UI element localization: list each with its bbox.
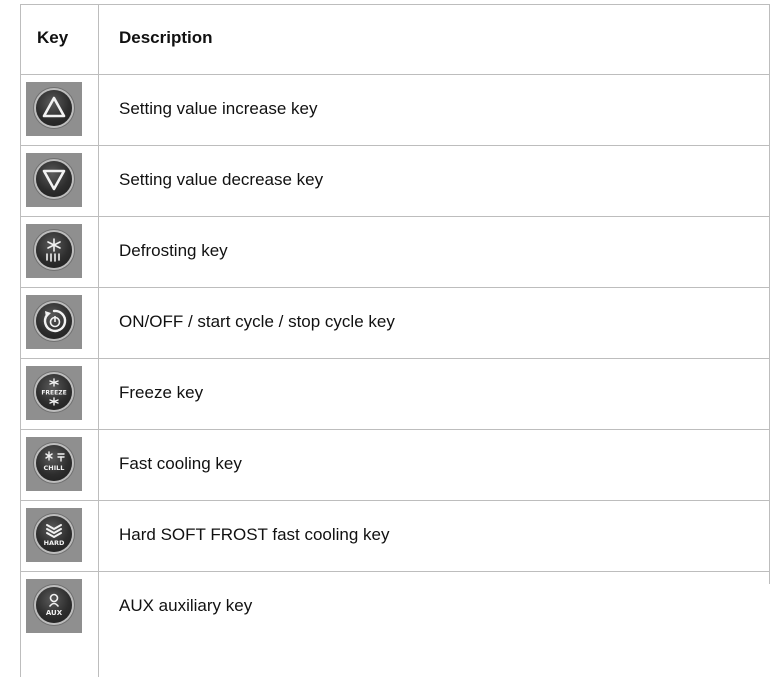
key-cell: AUX <box>26 579 82 633</box>
row-description: Hard SOFT FROST fast cooling key <box>119 525 390 544</box>
hard-icon: HARD <box>36 516 72 552</box>
table-border-right <box>769 4 770 584</box>
hard-icon-text: HARD <box>44 539 65 547</box>
row-description: Setting value decrease key <box>119 170 324 189</box>
triangle-up-icon <box>36 90 72 126</box>
key-cell <box>26 295 82 349</box>
chill-icon: CHILL <box>36 445 72 481</box>
aux-icon-text: AUX <box>46 609 63 617</box>
row-divider <box>20 500 770 501</box>
row-description: Fast cooling key <box>119 454 242 473</box>
key-cell <box>26 153 82 207</box>
key-cell <box>26 224 82 278</box>
table-border-top <box>20 4 770 5</box>
row-divider <box>20 287 770 288</box>
row-divider <box>20 358 770 359</box>
key-cell: FREEZE <box>26 366 82 420</box>
row-divider <box>20 571 770 572</box>
aux-icon: AUX <box>36 587 72 623</box>
snowflake-defrost-icon <box>36 232 72 268</box>
row-description: Setting value increase key <box>119 99 318 118</box>
row-description: AUX auxiliary key <box>119 596 253 615</box>
row-description: Freeze key <box>119 383 204 402</box>
row-divider <box>20 216 770 217</box>
power-cycle-icon <box>36 303 72 339</box>
row-description: ON/OFF / start cycle / stop cycle key <box>119 312 395 331</box>
row-divider <box>20 74 770 75</box>
key-cell: HARD <box>26 508 82 562</box>
header-description: Description <box>119 28 213 47</box>
freeze-icon: FREEZE <box>36 374 72 410</box>
header-key: Key <box>37 28 69 47</box>
row-divider <box>20 429 770 430</box>
table-column-divider <box>98 4 99 677</box>
key-cell <box>26 82 82 136</box>
freeze-icon-text: FREEZE <box>41 390 66 397</box>
row-description: Defrosting key <box>119 241 228 260</box>
triangle-down-icon <box>36 161 72 197</box>
row-divider <box>20 145 770 146</box>
table-border-left <box>20 4 21 677</box>
key-cell: CHILL <box>26 437 82 491</box>
chill-icon-text: CHILL <box>44 464 65 472</box>
